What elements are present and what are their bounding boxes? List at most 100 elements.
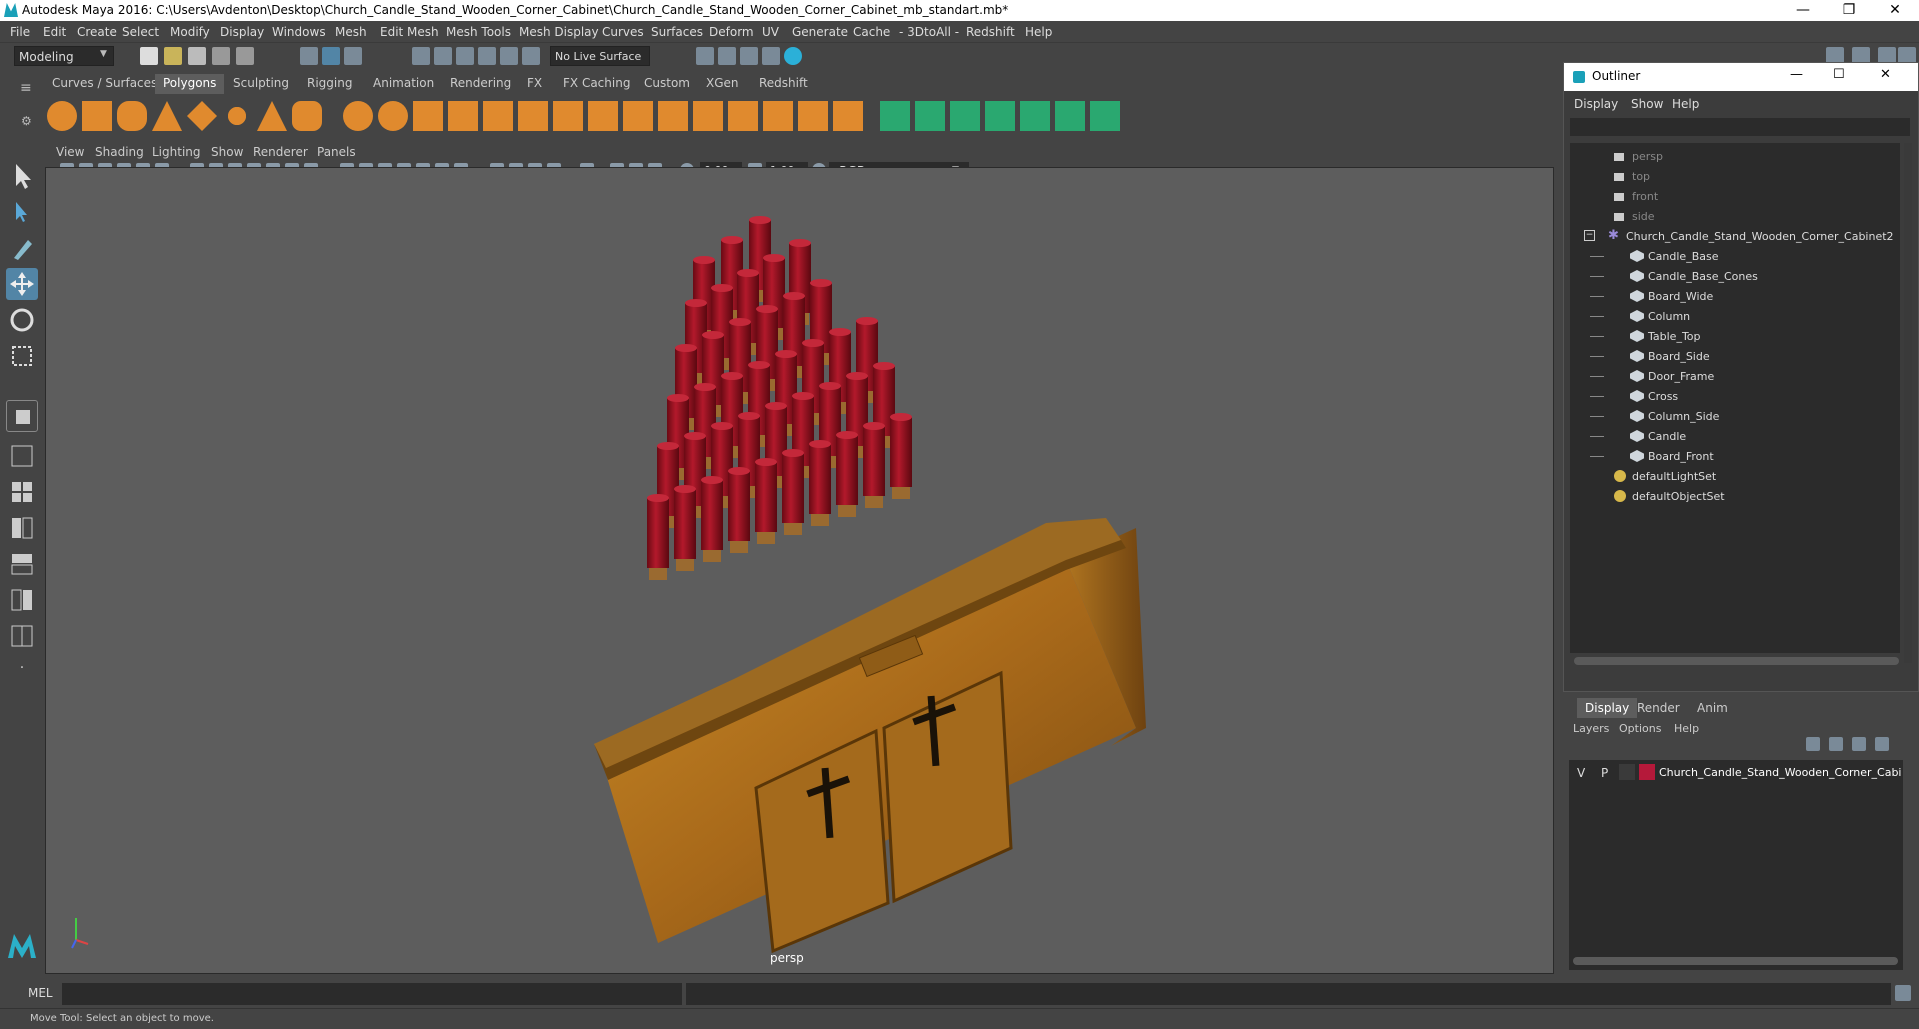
lasso-tool-icon[interactable] — [6, 196, 38, 228]
outliner-item[interactable]: Board_Side — [1570, 347, 1900, 367]
render-frame-icon[interactable] — [718, 47, 736, 65]
outliner-item[interactable]: Candle_Base — [1570, 247, 1900, 267]
persp-outliner-layout-icon[interactable] — [6, 512, 38, 544]
menu-windows[interactable]: Windows — [272, 25, 326, 39]
layer-menu-help[interactable]: Help — [1674, 722, 1699, 735]
menu-cache[interactable]: Cache — [853, 25, 890, 39]
mode-selector[interactable]: Modeling — [14, 46, 114, 66]
redo-icon[interactable] — [236, 47, 254, 65]
shelf-tab-fx[interactable]: FX — [519, 74, 550, 94]
outliner-item[interactable]: defaultLightSet — [1570, 467, 1900, 487]
shelf-tab-rendering[interactable]: Rendering — [442, 74, 519, 94]
outliner-minimize-button[interactable]: — — [1790, 67, 1803, 82]
maximize-button[interactable]: ❐ — [1826, 0, 1872, 21]
menu-mesh[interactable]: Mesh — [335, 25, 367, 39]
bevel-icon[interactable] — [483, 101, 513, 131]
persp-graph-layout-icon[interactable] — [6, 548, 38, 580]
move-tool-icon[interactable] — [6, 268, 38, 300]
outliner-item[interactable]: Cross — [1570, 387, 1900, 407]
layer-menu-layers[interactable]: Layers — [1573, 722, 1609, 735]
shelf-tab-redshift[interactable]: Redshift — [751, 74, 816, 94]
outliner-item[interactable]: Column_Side — [1570, 407, 1900, 427]
script-editor-icon[interactable] — [1895, 985, 1911, 1001]
menu-file[interactable]: File — [10, 25, 30, 39]
shelf-settings-icon[interactable]: ⚙ — [21, 114, 32, 128]
menu-edit-mesh[interactable]: Edit Mesh — [380, 25, 439, 39]
shelf-tab-sculpting[interactable]: Sculpting — [225, 74, 297, 94]
menu-mesh-tools[interactable]: Mesh Tools — [446, 25, 511, 39]
menu-create[interactable]: Create — [77, 25, 117, 39]
move-layer-down-icon[interactable] — [1829, 737, 1843, 751]
poly-merge-icon[interactable] — [798, 101, 828, 131]
mirror-icon[interactable] — [1020, 101, 1050, 131]
menu-help[interactable]: Help — [1025, 25, 1052, 39]
outliner-item[interactable]: Door_Frame — [1570, 367, 1900, 387]
more-layouts-icon[interactable]: · — [6, 660, 38, 692]
shelf-tab-curves-surfaces[interactable]: Curves / Surfaces — [44, 74, 165, 94]
outliner-menu-show[interactable]: Show — [1631, 97, 1663, 111]
history-icon[interactable] — [522, 47, 540, 65]
snap-point-icon[interactable] — [456, 47, 474, 65]
new-scene-icon[interactable] — [140, 47, 158, 65]
reduce-icon[interactable] — [880, 101, 910, 131]
outliner-item[interactable]: Table_Top — [1570, 327, 1900, 347]
minimize-button[interactable]: — — [1780, 0, 1826, 21]
shelf-tab-custom[interactable]: Custom — [636, 74, 698, 94]
smooth-icon[interactable] — [448, 101, 478, 131]
menu-modify[interactable]: Modify — [170, 25, 210, 39]
poly-pipe-icon[interactable] — [292, 101, 322, 131]
make-live-icon[interactable] — [500, 47, 518, 65]
shelf-tab-rigging[interactable]: Rigging — [299, 74, 360, 94]
outliner-close-button[interactable]: ✕ — [1880, 67, 1891, 82]
extract-icon[interactable] — [413, 101, 443, 131]
triangulate-icon[interactable] — [950, 101, 980, 131]
layer-name[interactable]: Church_Candle_Stand_Wooden_Corner_Cabi — [1659, 766, 1902, 779]
hypershade-layout-icon[interactable] — [6, 584, 38, 616]
poly-sphere-icon[interactable] — [47, 101, 77, 131]
uv-layout-icon[interactable] — [6, 620, 38, 652]
hypershade-icon[interactable] — [784, 47, 802, 65]
outliner-item[interactable]: − ✱ Church_Candle_Stand_Wooden_Corner_Cabi… — [1570, 227, 1900, 247]
select-by-object-icon[interactable] — [322, 47, 340, 65]
save-scene-icon[interactable] — [188, 47, 206, 65]
layer-tab-display[interactable]: Display — [1577, 698, 1638, 718]
select-by-component-icon[interactable] — [344, 47, 362, 65]
open-scene-icon[interactable] — [164, 47, 182, 65]
collapse-icon[interactable]: − — [1584, 230, 1595, 241]
menu-redshift[interactable]: Redshift — [966, 25, 1015, 39]
select-by-hierarchy-icon[interactable] — [300, 47, 318, 65]
move-layer-up-icon[interactable] — [1806, 737, 1820, 751]
target-weld-icon[interactable] — [693, 101, 723, 131]
cleanup-icon[interactable] — [915, 101, 945, 131]
quadrangulate-icon[interactable] — [985, 101, 1015, 131]
poly-cylinder-icon[interactable] — [117, 101, 147, 131]
layer-visibility-toggle[interactable]: V — [1577, 766, 1585, 780]
outliner-item[interactable]: Candle_Base_Cones — [1570, 267, 1900, 287]
menu-edit[interactable]: Edit — [43, 25, 66, 39]
undo-icon[interactable] — [212, 47, 230, 65]
layer-menu-options[interactable]: Options — [1619, 722, 1661, 735]
shelf-tab-xgen[interactable]: XGen — [698, 74, 747, 94]
viewport-menu-view[interactable]: View — [56, 145, 84, 159]
viewport-menu-lighting[interactable]: Lighting — [152, 145, 201, 159]
layer-type-toggle[interactable] — [1619, 764, 1635, 780]
viewport-menu-shading[interactable]: Shading — [95, 145, 144, 159]
outliner-item[interactable]: Candle — [1570, 427, 1900, 447]
new-layer-selected-icon[interactable] — [1875, 737, 1889, 751]
outliner-menu-help[interactable]: Help — [1672, 97, 1699, 111]
separate-icon[interactable] — [378, 101, 408, 131]
soft-selection-icon[interactable] — [1090, 101, 1120, 131]
outliner-item[interactable]: Board_Front — [1570, 447, 1900, 467]
layer-color-swatch[interactable] — [1639, 764, 1655, 780]
outliner-item[interactable]: Board_Wide — [1570, 287, 1900, 307]
extrude-icon[interactable] — [553, 101, 583, 131]
four-view-layout-icon[interactable] — [6, 476, 38, 508]
outliner-vertical-scrollbar[interactable] — [1904, 143, 1912, 663]
automatic-map-icon[interactable] — [763, 101, 793, 131]
outliner-filter-input[interactable] — [1570, 118, 1910, 136]
menu-generate[interactable]: Generate — [792, 25, 848, 39]
outliner-item[interactable]: side — [1570, 207, 1900, 227]
layer-tab-anim[interactable]: Anim — [1697, 701, 1728, 715]
append-polygon-icon[interactable] — [588, 101, 618, 131]
snap-grid-icon[interactable] — [412, 47, 430, 65]
